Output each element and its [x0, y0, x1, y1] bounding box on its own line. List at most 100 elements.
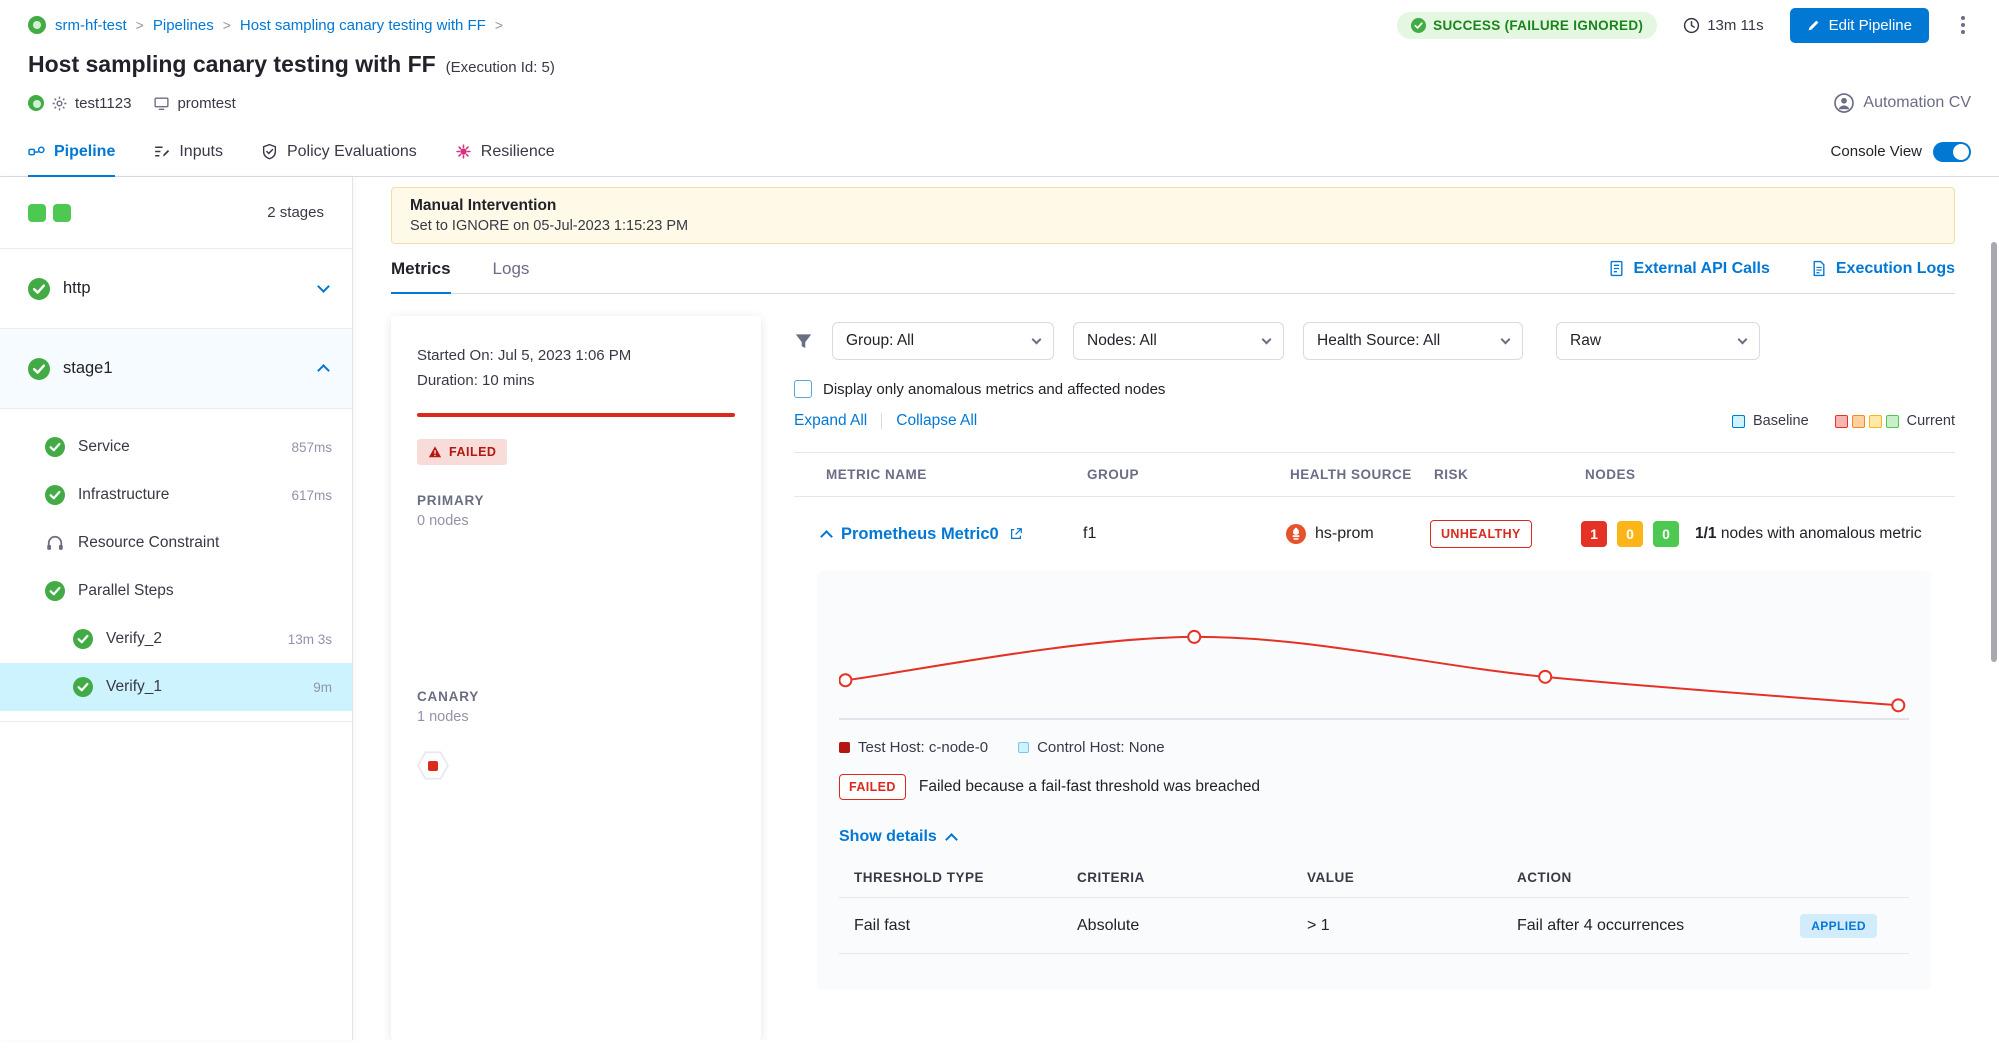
health-source-name: hs-prom [1315, 525, 1374, 543]
tab-pipeline[interactable]: Pipeline [28, 127, 115, 176]
tab-policy-evaluations[interactable]: Policy Evaluations [261, 127, 417, 176]
expand-all-link[interactable]: Expand All [794, 412, 867, 430]
sidebar-stage-http[interactable]: http [0, 249, 352, 329]
collapse-row-icon[interactable] [820, 530, 833, 543]
canary-node-hexagon[interactable] [417, 751, 449, 781]
breadcrumb-separator: > [223, 17, 231, 33]
main-tab-bar: Pipeline Inputs Policy Evaluations Resil… [0, 127, 1999, 177]
sidebar-step-resource-constraint[interactable]: Resource Constraint [0, 519, 352, 567]
health-source-filter-select[interactable]: Health Source: All [1303, 322, 1523, 360]
col-metric-name: METRIC NAME [826, 467, 1087, 482]
more-options-icon[interactable] [1955, 12, 1971, 38]
breadcrumb-pipelines[interactable]: Pipelines [153, 17, 214, 34]
sidebar-step-verify-2[interactable]: Verify_2 13m 3s [0, 615, 352, 663]
anomalous-only-label: Display only anomalous metrics and affec… [823, 381, 1165, 398]
sidebar-step-infrastructure[interactable]: Infrastructure 617ms [0, 471, 352, 519]
canary-node-count: 1 nodes [417, 709, 735, 725]
breadcrumb: srm-hf-test > Pipelines > Host sampling … [28, 16, 503, 34]
service-ref: test1123 [28, 95, 131, 112]
node-count-warning: 0 [1617, 521, 1643, 547]
sidebar-step-verify-1[interactable]: Verify_1 9m [0, 663, 352, 711]
monitor-icon [153, 95, 170, 112]
execution-stage-sidebar: 2 stages http stage1 [0, 177, 353, 1040]
sidebar-step-parallel-steps[interactable]: Parallel Steps [0, 567, 352, 615]
external-api-calls-link[interactable]: External API Calls [1608, 260, 1770, 278]
chart-color-legend: Baseline Current [1732, 413, 1955, 429]
pipeline-execution-page: srm-hf-test > Pipelines > Host sampling … [0, 0, 1999, 1053]
filter-icon[interactable] [794, 332, 813, 351]
show-details-link[interactable]: Show details [839, 828, 1909, 846]
stage-status-squares [28, 204, 71, 222]
col-action: ACTION [1517, 870, 1909, 885]
verification-duration: Duration: 10 mins [417, 369, 735, 394]
stage-steps-list: Service 857ms Infrastructure 617ms Resou… [0, 409, 352, 722]
chevron-down-icon [1262, 334, 1272, 344]
external-link-icon[interactable] [1009, 527, 1023, 541]
chevron-up-icon[interactable] [317, 364, 330, 377]
step-duration: 617ms [291, 488, 332, 503]
metrics-logs-tab-bar: Metrics Logs External API Calls Executio… [391, 244, 1955, 294]
edit-icon [1807, 19, 1820, 32]
col-value: VALUE [1307, 870, 1517, 885]
metric-table-row[interactable]: Prometheus Metric0 f1 hs-prom [794, 497, 1955, 571]
edit-pipeline-button[interactable]: Edit Pipeline [1790, 8, 1929, 43]
tab-logs[interactable]: Logs [493, 244, 530, 293]
threshold-criteria: Absolute [1077, 917, 1307, 935]
data-mode-select[interactable]: Raw [1556, 322, 1760, 360]
col-group: GROUP [1087, 467, 1290, 482]
col-risk: RISK [1434, 467, 1585, 482]
banner-subtitle: Set to IGNORE on 05-Jul-2023 1:15:23 PM [410, 218, 1936, 234]
failure-message: Failed because a fail-fast threshold was… [919, 778, 1260, 796]
clock-icon [1683, 17, 1700, 34]
current-red-swatch [1835, 415, 1848, 428]
console-view-control: Console View [1831, 127, 1971, 176]
nodes-note: nodes with anomalous metric [1721, 525, 1922, 542]
prometheus-icon [1286, 524, 1306, 544]
warning-icon [428, 445, 442, 459]
threshold-type: Fail fast [854, 917, 1077, 935]
service-name[interactable]: test1123 [75, 95, 131, 112]
check-circle-icon [1411, 18, 1426, 33]
stages-summary: 2 stages [0, 177, 352, 249]
verification-status-badge: FAILED [417, 439, 507, 465]
sidebar-step-service[interactable]: Service 857ms [0, 423, 352, 471]
console-view-toggle[interactable] [1933, 142, 1971, 162]
breadcrumb-project[interactable]: srm-hf-test [55, 17, 127, 34]
threshold-table-row: Fail fast Absolute > 1 Fail after 4 occu… [839, 898, 1909, 954]
current-green-swatch [1886, 415, 1899, 428]
banner-title: Manual Intervention [410, 197, 1936, 215]
execution-logs-link[interactable]: Execution Logs [1810, 260, 1955, 278]
chevron-up-icon [945, 833, 958, 846]
sidebar-stage-stage1[interactable]: stage1 [0, 329, 352, 409]
current-label: Current [1907, 413, 1955, 429]
nodes-filter-select[interactable]: Nodes: All [1073, 322, 1284, 360]
group-filter-select[interactable]: Group: All [832, 322, 1054, 360]
breadcrumb-pipeline-name[interactable]: Host sampling canary testing with FF [240, 17, 486, 34]
threshold-table-header: THRESHOLD TYPE CRITERIA VALUE ACTION [839, 870, 1909, 898]
divider [881, 413, 882, 429]
page-scrollbar[interactable] [1991, 242, 1997, 662]
triggered-by-name: Automation CV [1863, 94, 1971, 112]
console-view-label: Console View [1831, 143, 1922, 160]
tab-resilience[interactable]: Resilience [455, 127, 555, 176]
baseline-swatch [1732, 415, 1745, 428]
control-host-legend: Control Host: None [1018, 739, 1165, 756]
check-circle-icon [45, 581, 65, 601]
collapse-all-link[interactable]: Collapse All [896, 412, 977, 430]
chevron-down-icon [1032, 334, 1042, 344]
node-count-healthy: 0 [1653, 521, 1679, 547]
current-orange-swatch [1852, 415, 1865, 428]
step-duration: 857ms [291, 440, 332, 455]
artifact-name[interactable]: promtest [177, 95, 235, 112]
tab-metrics[interactable]: Metrics [391, 244, 451, 293]
anomalous-only-checkbox[interactable] [794, 380, 812, 398]
nodes-ratio: 1/1 [1695, 525, 1717, 542]
check-circle-icon [45, 437, 65, 457]
chevron-down-icon[interactable] [317, 280, 330, 293]
metric-name-link[interactable]: Prometheus Metric0 [841, 525, 999, 544]
tab-inputs[interactable]: Inputs [153, 127, 223, 176]
threshold-action: Fail after 4 occurrences [1517, 917, 1684, 935]
chevron-down-icon [1738, 334, 1748, 344]
status-badge: SUCCESS (FAILURE IGNORED) [1397, 12, 1657, 39]
step-duration: 9m [313, 680, 332, 695]
